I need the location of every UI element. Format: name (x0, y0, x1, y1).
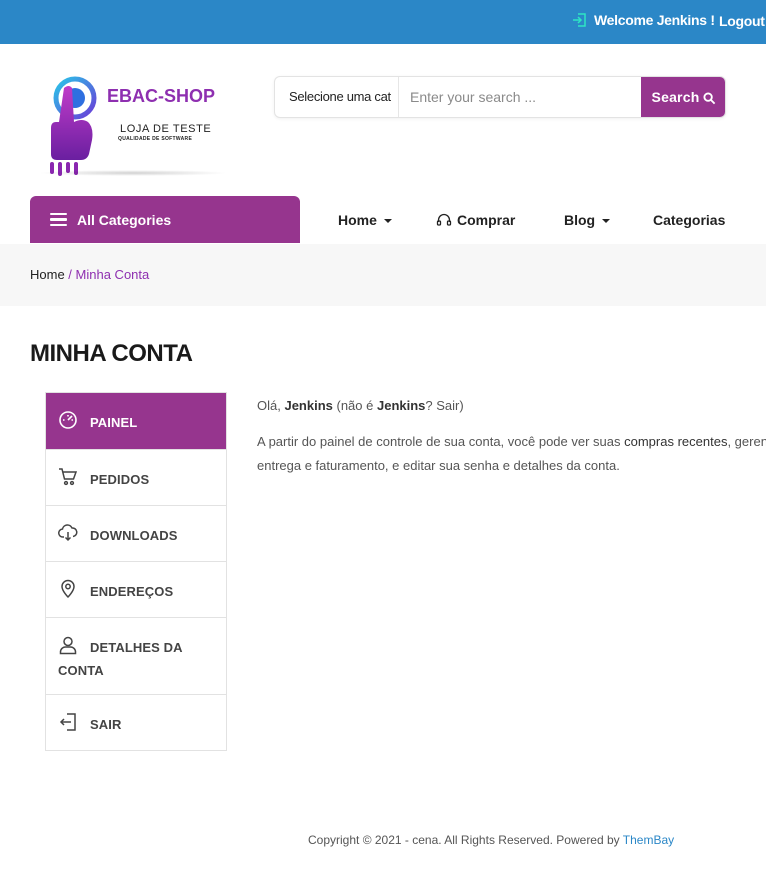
recent-orders-link[interactable]: compras recentes (624, 434, 727, 449)
breadcrumb-current: Minha Conta (75, 267, 150, 282)
top-bar: Welcome Jenkins ! Logout (0, 0, 766, 44)
account-menu-label: DOWNLOADS (90, 528, 178, 543)
intro-line1: A partir do painel de controle de sua co… (257, 434, 625, 449)
nav-comprar-label: Comprar (457, 212, 516, 228)
login-icon (573, 13, 586, 27)
nav-categorias[interactable]: Categorias (653, 208, 725, 232)
account-menu-label: ENDEREÇOS (90, 584, 174, 599)
logo-brand: EBAC-SHOP (107, 86, 216, 106)
caret-down-icon (383, 219, 392, 223)
nav-blog[interactable]: Blog (564, 208, 611, 232)
intro-line1-end: , gerenciar seus endereços de (727, 434, 766, 449)
menu-icon (50, 212, 67, 227)
search-icon (703, 91, 716, 104)
dashboard-icon (59, 411, 77, 429)
breadcrumb-home[interactable]: Home (30, 267, 65, 282)
nav-blog-label: Blog (564, 212, 596, 228)
account-menu-detalhes[interactable]: DETALHES DA CONTA (46, 617, 226, 694)
account-menu: PAINEL PEDIDOS DOWNLOADS ENDEREÇOS DETAL… (45, 392, 227, 751)
welcome-text: Welcome Jenkins ! (594, 12, 715, 28)
location-pin-icon (61, 579, 75, 599)
nav-comprar[interactable]: Comprar (436, 208, 515, 232)
account-menu-enderecos[interactable]: ENDEREÇOS (46, 561, 226, 617)
search-button-label: Search (651, 89, 700, 105)
account-menu-label: DETALHES DA (90, 640, 183, 655)
welcome-link[interactable]: Welcome Jenkins ! (572, 12, 715, 28)
breadcrumb-separator: / (64, 267, 76, 282)
account-menu-pedidos[interactable]: PEDIDOS (46, 449, 226, 505)
account-menu-painel[interactable]: PAINEL (46, 393, 226, 449)
category-select[interactable]: Selecione uma cat (275, 77, 399, 117)
account-menu-sair[interactable]: SAIR (46, 694, 226, 750)
greeting-hello: Olá, (257, 398, 285, 413)
nav-categorias-label: Categorias (653, 212, 726, 228)
logo-subtagline: QUALIDADE DE SOFTWARE (118, 136, 193, 142)
site-logo[interactable]: EBAC-SHOP LOJA DE TESTE QUALIDADE DE SOF… (38, 70, 228, 182)
footer: Copyright © 2021 - cena. All Rights Rese… (308, 833, 674, 847)
headset-icon (436, 213, 452, 226)
logout-icon (59, 713, 76, 731)
greeting-user: Jenkins (284, 398, 333, 413)
user-icon (59, 636, 77, 655)
logo-hand-icon (50, 76, 97, 176)
caret-down-icon (602, 219, 611, 223)
account-menu-label: SAIR (90, 717, 122, 732)
greeting-q: ? (425, 398, 437, 413)
intro-text: A partir do painel de controle de sua co… (257, 430, 766, 478)
search-input[interactable] (399, 77, 641, 117)
sair-link[interactable]: Sair (436, 398, 459, 413)
nav-home-label: Home (338, 212, 377, 228)
account-content: Olá, Jenkins (não é Jenkins? Sair) A par… (257, 396, 766, 492)
greeting-not: (não é (332, 398, 377, 413)
account-menu-label: PAINEL (90, 415, 138, 430)
page-title: MINHA CONTA (30, 340, 193, 367)
all-categories-button[interactable]: All Categories (30, 196, 300, 243)
footer-link[interactable]: ThemBay (623, 833, 674, 847)
greeting-not-user: Jenkins (376, 398, 426, 413)
all-categories-label: All Categories (77, 211, 172, 228)
breadcrumb: Home / Minha Conta (0, 244, 766, 306)
nav-home[interactable]: Home (338, 208, 392, 232)
logo-tagline: LOJA DE TESTE (120, 123, 212, 135)
search-bar: Selecione uma cat Search (274, 76, 726, 118)
logo-shadow (38, 170, 228, 176)
footer-copyright: Copyright © 2021 - cena. All Rights Rese… (308, 833, 623, 847)
logout-link[interactable]: Logout (719, 13, 765, 29)
intro-line2: entrega e faturamento, e editar sua senh… (257, 458, 620, 473)
cart-icon (59, 468, 78, 486)
account-menu-downloads[interactable]: DOWNLOADS (46, 505, 226, 561)
search-button[interactable]: Search (641, 77, 725, 117)
cloud-download-icon (58, 524, 78, 542)
account-menu-label: PEDIDOS (90, 472, 150, 487)
greeting: Olá, Jenkins (não é Jenkins? Sair) (257, 396, 766, 416)
greeting-close: ) (459, 398, 464, 413)
account-menu-label-line2: CONTA (58, 663, 104, 678)
